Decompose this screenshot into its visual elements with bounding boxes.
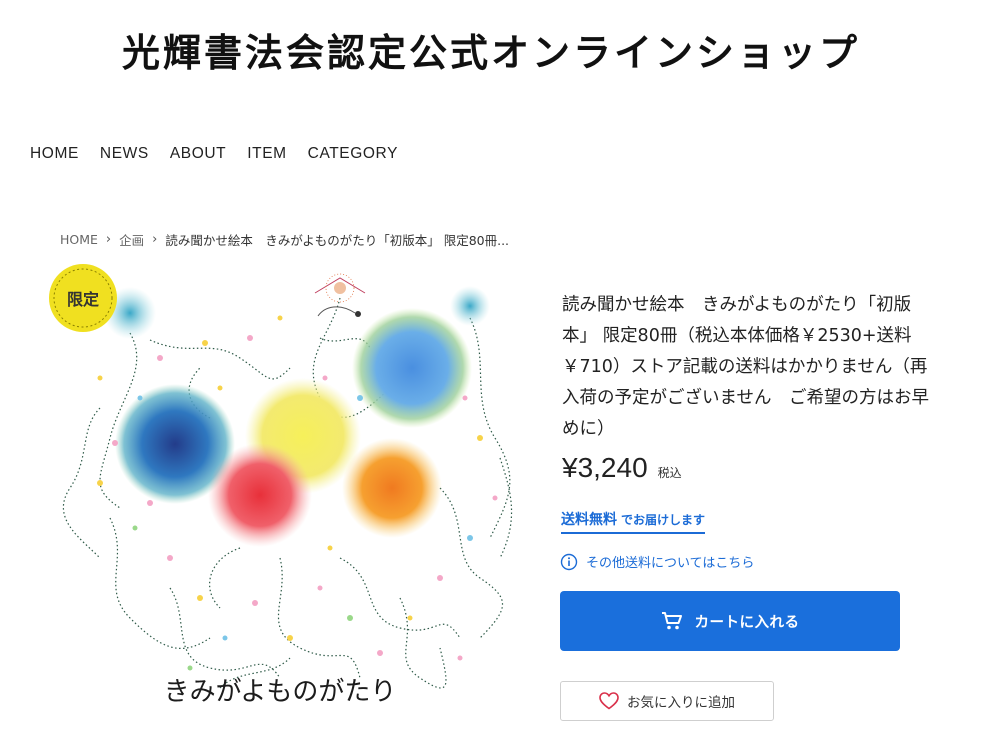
main-nav: HOME NEWS ABOUT ITEM CATEGORY (30, 145, 398, 163)
add-to-cart-button[interactable]: カートに入れる (560, 591, 900, 651)
breadcrumb-category[interactable]: 企画 (119, 230, 144, 249)
breadcrumb-current: 読み聞かせ絵本 きみがよものがたり「初版本」 限定80冊... (165, 233, 510, 248)
nav-about[interactable]: ABOUT (170, 145, 226, 163)
heart-icon (599, 692, 619, 710)
tax-label: 税込 (657, 466, 682, 480)
free-shipping-strong: 送料無料 (561, 512, 617, 528)
add-to-favorites-label: お気に入りに追加 (627, 695, 735, 711)
breadcrumb-home[interactable]: HOME (60, 232, 98, 247)
limited-badge-label: 限定 (66, 290, 99, 309)
nav-item[interactable]: ITEM (247, 145, 286, 163)
free-shipping-badge: 送料無料 でお届けします (561, 509, 706, 534)
site-title[interactable]: 光輝書法会認定公式オンラインショップ (0, 22, 982, 77)
free-shipping-rest: でお届けします (621, 513, 706, 527)
image-caption: きみがよものがたり (164, 677, 397, 707)
add-to-cart-label: カートに入れる (694, 614, 800, 631)
shipping-info-label: その他送料についてはこちら (586, 556, 755, 571)
chevron-right-icon: › (105, 232, 112, 247)
product-price: ¥3,240 (562, 452, 648, 483)
add-to-favorites-button[interactable]: お気に入りに追加 (560, 681, 774, 721)
shipping-info-link[interactable]: その他送料についてはこちら (560, 552, 754, 571)
chevron-right-icon: › (152, 232, 158, 247)
breadcrumb: HOME › 企画 › 読み聞かせ絵本 きみがよものがたり「初版本」 限定80冊… (60, 230, 509, 249)
cart-icon (661, 612, 682, 630)
product-title: 読み聞かせ絵本 きみがよものがたり「初版本」 限定80冊（税込本体価格￥2530… (562, 295, 929, 439)
info-icon (560, 553, 578, 570)
nav-category[interactable]: CATEGORY (308, 145, 398, 163)
nav-news[interactable]: NEWS (100, 145, 149, 163)
price-row: ¥3,240 税込 (562, 452, 682, 484)
nav-home[interactable]: HOME (30, 145, 79, 163)
